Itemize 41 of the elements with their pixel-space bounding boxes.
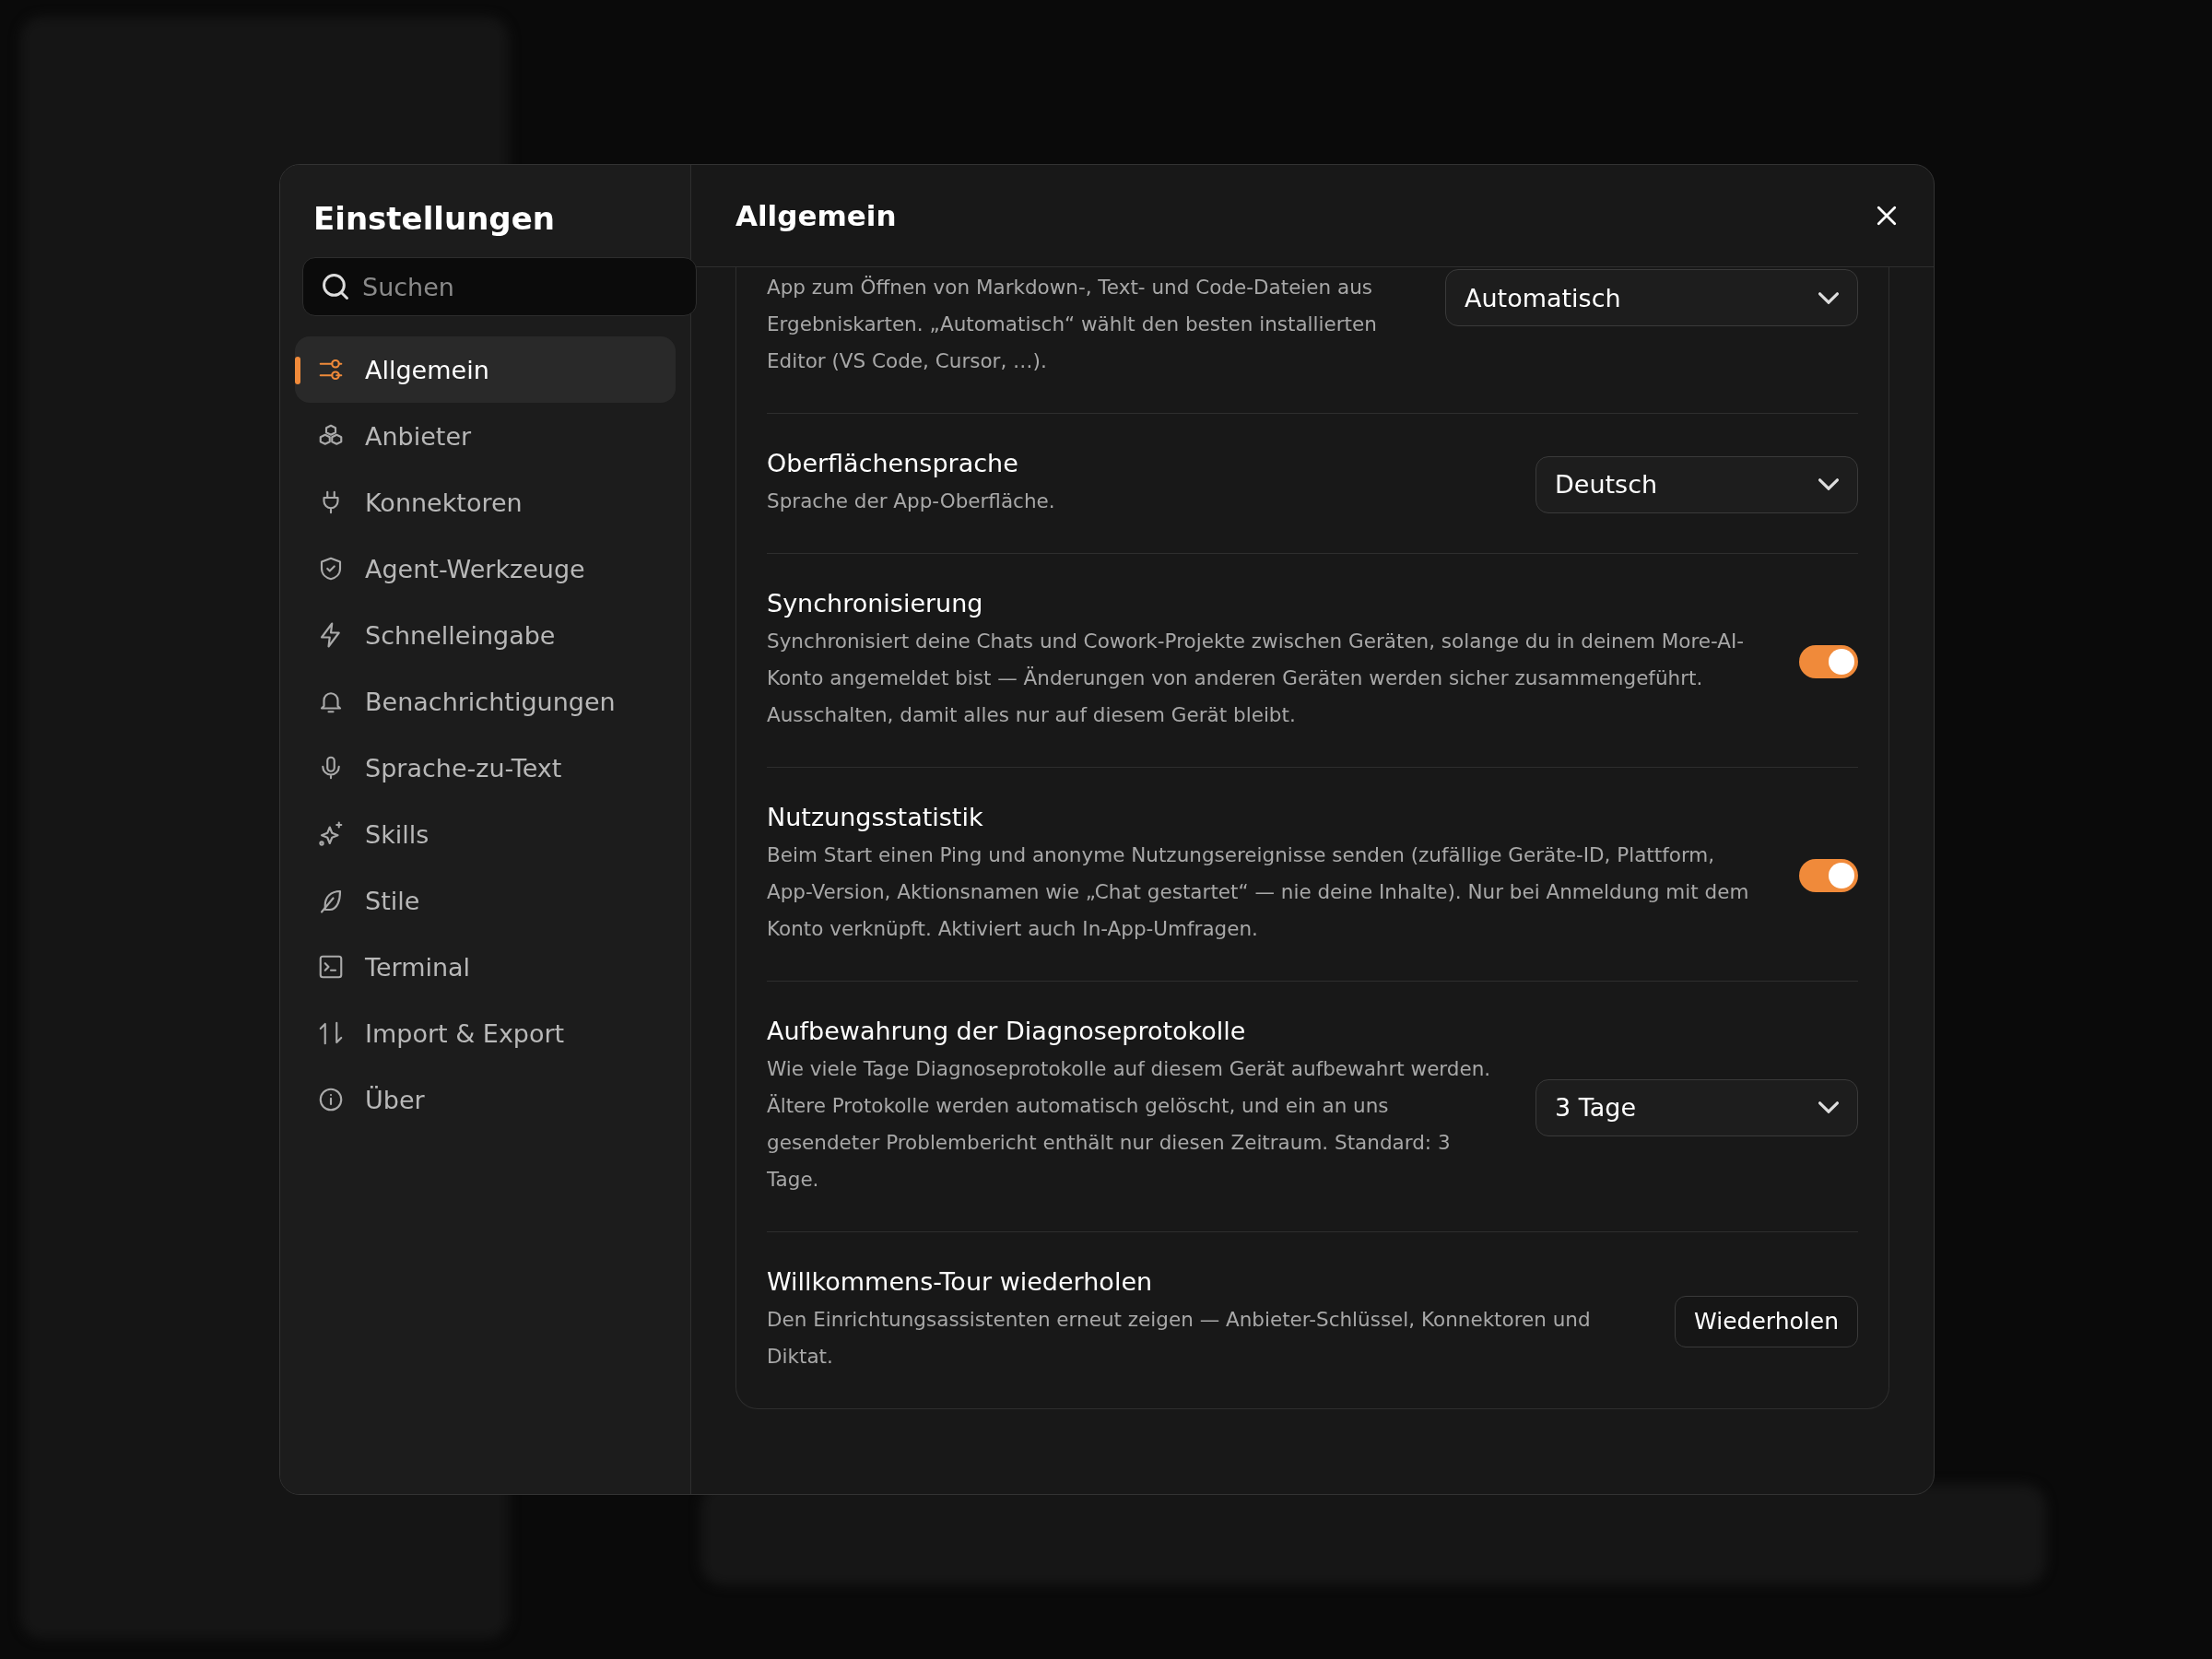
panel-title: Allgemein — [735, 199, 897, 232]
sidebar-item[interactable]: Skills — [295, 801, 676, 867]
repeat-button[interactable]: Wiederholen — [1675, 1295, 1858, 1347]
setting-description: Den Einrichtungsassistenten erneut zeigen — Anbieter-Schlüssel, Konnektoren und Diktat. — [767, 1307, 1592, 1370]
dropdown[interactable]: Deutsch — [1535, 455, 1858, 513]
chevron-icon — [1818, 1101, 1839, 1113]
selection-indicator — [295, 357, 300, 384]
sidebar-item[interactable]: Konnektoren — [295, 469, 676, 535]
sidebar-item[interactable]: Anbieter — [295, 403, 676, 469]
setting-description: App zum Öffnen von Markdown-, Text- und Code-Dateien aus Ergebniskarten. „Automatisch“ wählt den besten installierten Editor (VS Code, Cursor, …). — [767, 275, 1378, 374]
search-icon — [323, 274, 348, 300]
sidebar-item[interactable]: Import & Export — [295, 1000, 676, 1066]
sidebar-item[interactable]: Terminal — [295, 934, 676, 1000]
sidebar-item[interactable]: Benachrichtigungen — [295, 668, 676, 735]
sidebar-item[interactable]: Sprache-zu-Text — [295, 735, 676, 801]
setting-description: Beim Start einen Ping und anonyme Nutzungsereignisse senden (zufällige Geräte-ID, Plattform, App-Version, Aktionsnamen wie „Chat gestartet“ — nie deine Inhalte). Nur bei Anmeldung mit dem Konto verknüpft. Aktiviert auch In-App-Umfragen. — [767, 842, 1750, 942]
search-field[interactable]: Suchen — [302, 257, 697, 316]
setting-title: Willkommens-Tour wiederholen — [767, 1267, 1154, 1296]
setting-description: Sprache der App-Oberfläche. — [767, 488, 1056, 514]
setting-description: Wie viele Tage Diagnoseprotokolle auf diesem Gerät aufbewahrt werden. Ältere Protokolle werden automatisch gelöscht, und ein an uns gesendeter Problembericht enthält nur diesen Zeitraum. Standard: 3 Tage. — [767, 1056, 1492, 1193]
info-icon — [317, 1086, 345, 1113]
toggle-switch[interactable] — [1799, 858, 1858, 892]
dropdown[interactable]: 3 Tage — [1535, 1078, 1858, 1136]
sidebar-item[interactable]: Schnelleingabe — [295, 602, 676, 668]
sidebar-title: Einstellungen — [313, 200, 556, 237]
setting-description: Synchronisiert deine Chats und Cowork-Projekte zwischen Geräten, solange du in deinem More-AI-Konto angemeldet bist — Änderungen von anderen Geräten werden sicher zusammengeführt. Ausschalten, damit alles nur auf diesem Gerät bleibt. — [767, 629, 1746, 728]
chevron-icon — [1818, 478, 1839, 490]
sidebar-item[interactable]: Über — [295, 1066, 676, 1133]
toggle-switch[interactable] — [1799, 644, 1858, 678]
sidebar-item[interactable]: Agent-Werkzeuge — [295, 535, 676, 602]
setting-title: Synchronisierung — [767, 589, 984, 618]
arrows-icon — [317, 1019, 345, 1047]
setting-title: Oberflächensprache — [767, 449, 1019, 477]
chevron-icon — [1818, 291, 1839, 304]
dropdown[interactable]: Automatisch — [1445, 269, 1858, 326]
setting-title: Nutzungsstatistik — [767, 803, 984, 831]
setting-title: Aufbewahrung der Diagnoseprotokolle — [767, 1017, 1247, 1045]
terminal-icon — [317, 953, 345, 981]
sidebar-item[interactable]: Stile — [295, 867, 676, 934]
sidebar-item[interactable]: Allgemein — [295, 336, 676, 403]
sparkles-icon — [317, 820, 345, 848]
